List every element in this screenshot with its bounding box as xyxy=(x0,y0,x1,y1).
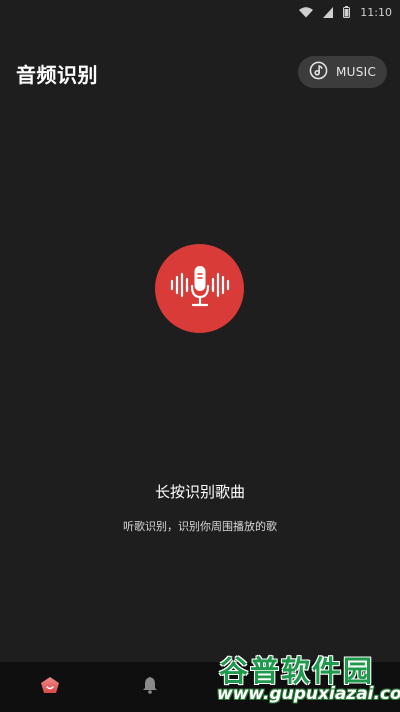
screen: 11:10 音频识别 MUSIC 长按识别歌曲 听歌识别，识别你周围播放的歌 谷… xyxy=(0,0,400,712)
battery-icon xyxy=(343,6,351,18)
music-note-icon xyxy=(309,61,328,84)
music-button-label: MUSIC xyxy=(336,65,377,79)
watermark-url: www.gupuxiazai.com xyxy=(217,684,400,704)
signal-icon xyxy=(323,6,334,18)
nav-item-recognize[interactable] xyxy=(35,672,65,702)
wifi-icon xyxy=(299,6,314,18)
microphone-icon xyxy=(169,264,231,314)
recognize-icon xyxy=(40,676,60,698)
page-title: 音频识别 xyxy=(16,63,98,87)
status-bar: 11:10 xyxy=(0,0,400,24)
record-button[interactable] xyxy=(155,244,244,333)
prompt-subtitle: 听歌识别，识别你周围播放的歌 xyxy=(123,520,277,533)
status-time: 11:10 xyxy=(360,5,392,19)
prompt-title: 长按识别歌曲 xyxy=(154,483,245,501)
nav-item-notifications[interactable] xyxy=(135,672,165,702)
watermark: 谷普软件园 www.gupuxiazai.com xyxy=(215,648,400,710)
music-button[interactable]: MUSIC xyxy=(298,56,387,88)
bell-icon xyxy=(142,676,158,698)
